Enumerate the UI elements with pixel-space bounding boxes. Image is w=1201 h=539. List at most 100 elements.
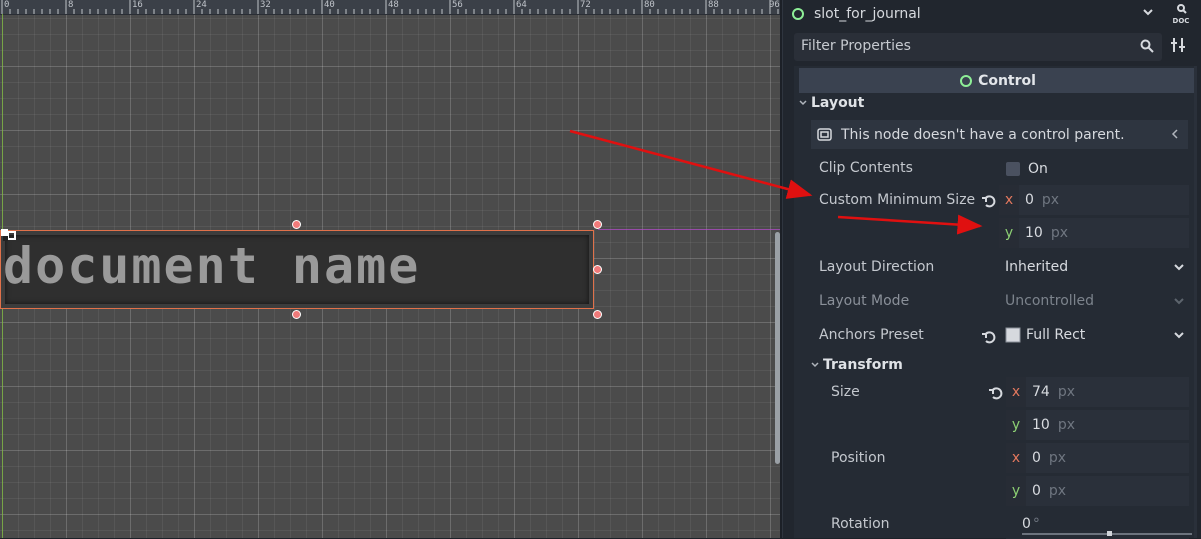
revert-icon[interactable] bbox=[981, 193, 997, 209]
size-y-value: 10 bbox=[1032, 417, 1050, 433]
revert-icon[interactable] bbox=[988, 385, 1004, 401]
ruler-label: 40 bbox=[324, 0, 335, 10]
ruler-label: 8 bbox=[68, 0, 74, 10]
unit-label: px bbox=[1057, 384, 1075, 400]
chevron-down-icon[interactable] bbox=[1142, 6, 1154, 18]
size-label: Size bbox=[831, 384, 860, 400]
layout-mode-value: Uncontrolled bbox=[1005, 293, 1095, 309]
revert-icon[interactable] bbox=[981, 329, 997, 345]
doc-icon-label: DOC bbox=[1173, 17, 1190, 25]
properties-panel[interactable]: Control Layout This node doesn't have a … bbox=[794, 66, 1197, 539]
position-y-value: 0 bbox=[1032, 483, 1041, 499]
axis-x-label: x bbox=[1006, 443, 1026, 473]
resize-handle-bottom-right[interactable] bbox=[593, 310, 602, 319]
rotation-value: 0 bbox=[1022, 516, 1031, 532]
custom-minimum-size-y-value: 10 bbox=[1025, 225, 1043, 241]
layout-mode-select: Uncontrolled bbox=[1005, 286, 1189, 316]
clip-contents-checkbox[interactable] bbox=[1006, 162, 1020, 176]
axis-x-label: x bbox=[1006, 377, 1026, 407]
resize-handle-top[interactable] bbox=[292, 220, 301, 229]
ruler-label: 72 bbox=[580, 0, 591, 10]
anchors-preset-label: Anchors Preset bbox=[819, 327, 924, 343]
layout-warning-text: This node doesn't have a control parent. bbox=[841, 126, 1125, 143]
selected-control-node[interactable]: document name bbox=[0, 230, 594, 309]
chevron-down-icon bbox=[1174, 264, 1184, 271]
transform-group-title: Transform bbox=[823, 357, 903, 373]
ruler-label: 64 bbox=[516, 0, 527, 10]
chevron-down-icon bbox=[1174, 298, 1184, 305]
anchor-guide-line bbox=[598, 229, 782, 230]
layout-warning: This node doesn't have a control parent. bbox=[811, 120, 1188, 149]
layout-direction-label: Layout Direction bbox=[819, 259, 935, 275]
size-y-field[interactable]: y 10 px bbox=[1006, 410, 1189, 440]
axis-y-label: y bbox=[999, 218, 1019, 248]
ruler-label: 16 bbox=[132, 0, 143, 10]
axis-x-label: x bbox=[999, 185, 1019, 215]
rotation-slider-grabber[interactable] bbox=[1107, 531, 1112, 536]
ruler-label: 0 bbox=[4, 0, 10, 10]
resize-handle-bottom[interactable] bbox=[292, 310, 301, 319]
clip-contents-label: Clip Contents bbox=[819, 160, 913, 176]
custom-minimum-size-y-field[interactable]: y 10 px bbox=[999, 218, 1189, 248]
unit-label: px bbox=[1050, 225, 1068, 241]
transform-group-header[interactable]: Transform bbox=[810, 357, 903, 373]
full-rect-icon bbox=[1005, 327, 1021, 343]
ruler-label: 88 bbox=[708, 0, 719, 10]
anchors-preset-value: Full Rect bbox=[1026, 327, 1086, 343]
unit-label: px bbox=[1057, 417, 1075, 433]
resize-handle-top-right[interactable] bbox=[593, 220, 602, 229]
class-section-header[interactable]: Control bbox=[799, 68, 1197, 93]
position-label: Position bbox=[831, 450, 886, 466]
pivot-icon[interactable] bbox=[0, 228, 16, 244]
chevron-left-icon[interactable] bbox=[1170, 128, 1180, 140]
layout-group-header[interactable]: Layout bbox=[798, 95, 864, 111]
chevron-down-icon bbox=[1174, 332, 1184, 339]
rotation-label: Rotation bbox=[831, 516, 890, 532]
rotation-unit: ° bbox=[1032, 516, 1040, 532]
inspector-edge bbox=[782, 0, 793, 538]
search-icon bbox=[1140, 39, 1154, 53]
custom-minimum-size-x-field[interactable]: x 0 px bbox=[999, 185, 1189, 215]
ruler-label: 80 bbox=[644, 0, 655, 10]
layout-direction-value: Inherited bbox=[1005, 259, 1069, 275]
unit-label: px bbox=[1048, 450, 1067, 466]
inspector-panel: slot_for_journal DOC Control Layout bbox=[782, 0, 1201, 539]
control-node-icon bbox=[792, 7, 804, 20]
position-y-field[interactable]: y 0 px bbox=[1006, 476, 1189, 506]
properties-scrollbar[interactable] bbox=[1194, 66, 1197, 538]
resize-handle-right[interactable] bbox=[593, 265, 602, 274]
unit-label: px bbox=[1048, 483, 1067, 499]
tools-icon[interactable] bbox=[1170, 36, 1186, 54]
axis-y-label: y bbox=[1006, 410, 1026, 440]
chevron-down-icon bbox=[811, 362, 819, 368]
position-x-value: 0 bbox=[1032, 450, 1041, 466]
size-x-field[interactable]: x 74 px bbox=[1006, 377, 1189, 407]
horizontal-ruler[interactable]: 0 8 16 24 32 40 48 56 64 72 80 88 96 bbox=[0, 0, 782, 15]
position-x-field[interactable]: x 0 px bbox=[1006, 443, 1189, 473]
canvas-viewport[interactable]: 0 8 16 24 32 40 48 56 64 72 80 88 96 doc… bbox=[0, 0, 782, 538]
ruler-label: 96 bbox=[769, 0, 780, 10]
documentation-button[interactable]: DOC bbox=[1170, 2, 1192, 26]
custom-minimum-size-label: Custom Minimum Size bbox=[819, 192, 976, 208]
chevron-down-icon bbox=[799, 100, 807, 106]
control-rect-icon bbox=[817, 127, 832, 141]
ruler-label: 32 bbox=[260, 0, 271, 10]
layout-group-title: Layout bbox=[811, 95, 865, 111]
custom-minimum-size-x-value: 0 bbox=[1025, 192, 1034, 208]
node-selector[interactable]: slot_for_journal bbox=[792, 0, 944, 27]
filter-properties-input[interactable] bbox=[801, 36, 1121, 56]
size-x-value: 74 bbox=[1032, 384, 1050, 400]
node-label-text: document name bbox=[3, 237, 421, 295]
doc-icon: DOC bbox=[1173, 4, 1190, 25]
class-section-title: Control bbox=[978, 72, 1036, 89]
node-name: slot_for_journal bbox=[814, 5, 921, 22]
layout-direction-select[interactable]: Inherited bbox=[1005, 252, 1189, 282]
control-class-icon bbox=[960, 74, 973, 87]
ruler-label: 48 bbox=[388, 0, 399, 10]
filter-properties-bar[interactable] bbox=[794, 33, 1162, 61]
ruler-label: 56 bbox=[452, 0, 463, 10]
unit-label: px bbox=[1041, 192, 1060, 208]
layout-mode-label: Layout Mode bbox=[819, 293, 910, 309]
anchors-preset-select[interactable]: Full Rect bbox=[1005, 320, 1189, 350]
ruler-label: 24 bbox=[196, 0, 207, 10]
